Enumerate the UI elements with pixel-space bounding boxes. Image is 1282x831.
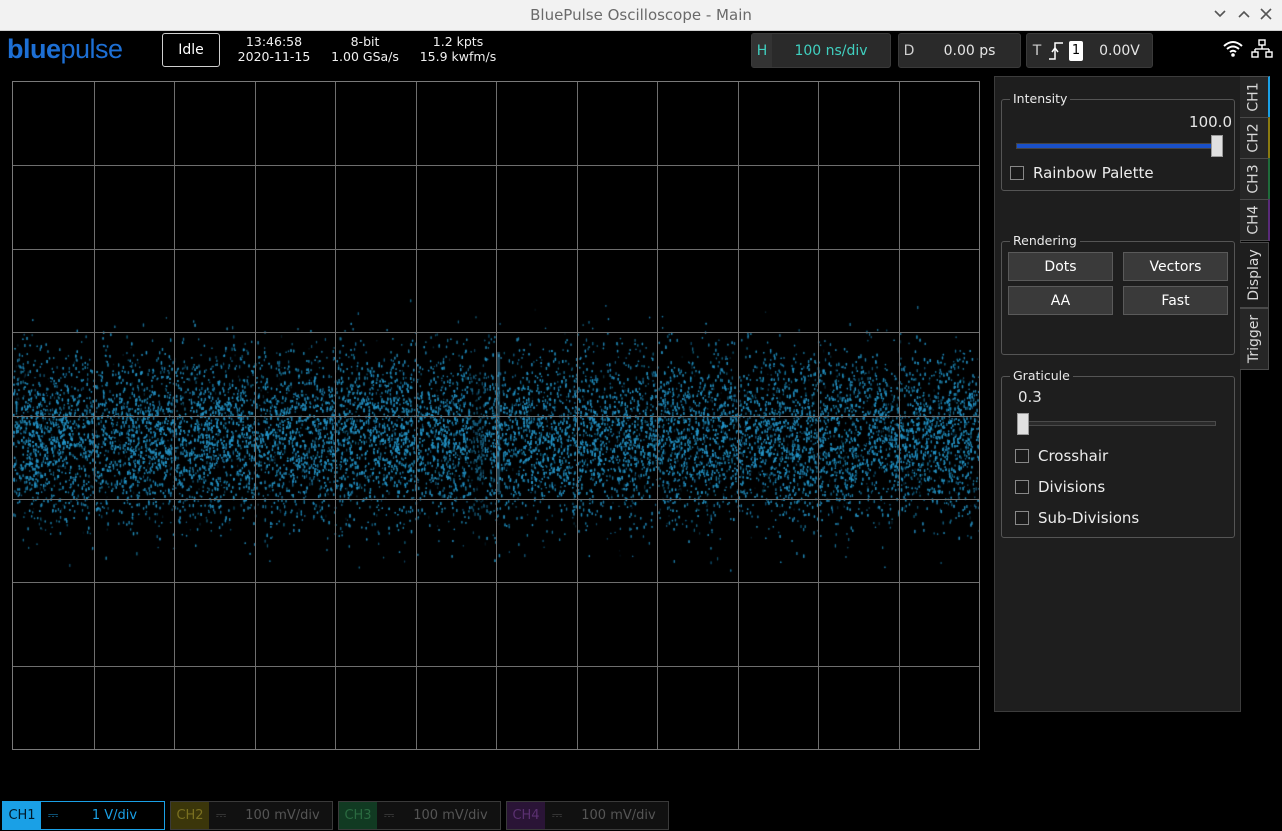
horizontal-key: H bbox=[752, 34, 772, 67]
rainbow-palette-checkbox[interactable]: Rainbow Palette bbox=[1010, 164, 1154, 182]
minimize-icon[interactable] bbox=[1210, 4, 1230, 24]
trigger-key: T bbox=[1032, 42, 1042, 59]
rising-edge-icon bbox=[1047, 40, 1065, 62]
run-status-button[interactable]: Idle bbox=[162, 33, 220, 67]
rendering-label: Rendering bbox=[1010, 233, 1080, 248]
ch3-name: CH3 bbox=[339, 802, 377, 829]
ch2-name: CH2 bbox=[171, 802, 209, 829]
divisions-label: Divisions bbox=[1038, 478, 1106, 496]
time-text: 13:46:58 bbox=[245, 34, 303, 49]
sub-divisions-box[interactable] bbox=[1015, 511, 1029, 525]
ch3-scale: 100 mV/div bbox=[413, 808, 488, 823]
graticule-label: Graticule bbox=[1010, 368, 1073, 383]
intensity-group: Intensity 100.0 Rainbow Palette bbox=[1001, 91, 1235, 191]
graticule-value: 0.3 bbox=[1018, 388, 1042, 406]
intensity-slider-fill bbox=[1017, 144, 1221, 148]
ch1-scale: 1 V/div bbox=[91, 808, 138, 823]
intensity-slider[interactable] bbox=[1016, 135, 1223, 157]
tab-ch3-label: CH3 bbox=[1246, 164, 1262, 194]
ch3-coupling-icon: ⎓ bbox=[383, 808, 395, 823]
graticule-grid bbox=[13, 82, 979, 749]
tab-display[interactable]: Display bbox=[1240, 242, 1269, 308]
close-icon[interactable] bbox=[1256, 4, 1276, 24]
ch4-name: CH4 bbox=[507, 802, 545, 829]
ch1-name: CH1 bbox=[3, 802, 41, 829]
logo: bluepulse bbox=[7, 34, 123, 65]
ch4-scale: 100 mV/div bbox=[581, 808, 656, 823]
logo-part2: pulse bbox=[60, 34, 124, 64]
tab-trigger-label: Trigger bbox=[1246, 314, 1263, 364]
wfm-rate-text: 15.9 kwfm/s bbox=[419, 49, 497, 64]
channel-ch1-bar[interactable]: CH1 ⎓ 1 V/div bbox=[2, 801, 165, 830]
waveform-display[interactable] bbox=[12, 81, 980, 750]
fast-button[interactable]: Fast bbox=[1123, 286, 1228, 315]
tab-ch1-label: CH1 bbox=[1246, 82, 1262, 112]
display-settings-panel: Intensity 100.0 Rainbow Palette Renderin… bbox=[994, 76, 1241, 712]
delay-control[interactable]: D 0.00 ps bbox=[898, 33, 1021, 68]
rendering-group: Rendering Dots Vectors AA Fast bbox=[1001, 233, 1235, 355]
ch4-coupling-icon: ⎓ bbox=[551, 808, 563, 823]
horizontal-control[interactable]: H 100 ns/div bbox=[751, 33, 891, 68]
main-window: bluepulse Idle 13:46:58 2020-11-15 8-bit… bbox=[0, 31, 1282, 831]
trigger-control[interactable]: T 1 0.00V bbox=[1026, 33, 1153, 68]
wifi-icon[interactable] bbox=[1222, 39, 1244, 61]
tab-ch2[interactable]: CH2 bbox=[1240, 117, 1270, 159]
crosshair-box[interactable] bbox=[1015, 449, 1029, 463]
points-text: 1.2 kpts bbox=[432, 34, 484, 49]
tab-trigger[interactable]: Trigger bbox=[1240, 308, 1269, 370]
logo-part1: blue bbox=[7, 34, 61, 64]
tab-display-label: Display bbox=[1246, 249, 1263, 301]
trigger-level: 0.00V bbox=[1099, 42, 1140, 59]
channel-ch2-bar[interactable]: CH2 ⎓ 100 mV/div bbox=[170, 801, 333, 830]
intensity-value: 100.0 bbox=[1189, 113, 1232, 131]
datetime-info: 13:46:58 2020-11-15 bbox=[236, 34, 312, 64]
ch1-coupling-icon: ⎓ bbox=[47, 808, 59, 823]
divisions-box[interactable] bbox=[1015, 480, 1029, 494]
tab-ch4[interactable]: CH4 bbox=[1240, 199, 1270, 241]
waveform-info: 1.2 kpts 15.9 kwfm/s bbox=[418, 34, 498, 64]
graticule-slider[interactable] bbox=[1017, 413, 1216, 435]
graticule-slider-handle[interactable] bbox=[1017, 413, 1029, 435]
bits-text: 8-bit bbox=[350, 34, 380, 49]
intensity-slider-handle[interactable] bbox=[1211, 135, 1223, 157]
crosshair-label: Crosshair bbox=[1038, 447, 1109, 465]
intensity-label: Intensity bbox=[1010, 91, 1071, 106]
graticule-group: Graticule 0.3 Crosshair Divisions Sub-Di… bbox=[1001, 368, 1235, 538]
channel-ch4-bar[interactable]: CH4 ⎓ 100 mV/div bbox=[506, 801, 669, 830]
tab-ch1[interactable]: CH1 bbox=[1240, 76, 1270, 118]
rainbow-palette-box[interactable] bbox=[1010, 166, 1024, 180]
sample-rate-text: 1.00 GSa/s bbox=[331, 49, 399, 64]
network-icon[interactable] bbox=[1251, 39, 1273, 63]
sub-divisions-label: Sub-Divisions bbox=[1038, 509, 1140, 527]
dots-button[interactable]: Dots bbox=[1008, 252, 1113, 281]
delay-key: D bbox=[903, 42, 915, 59]
maximize-icon[interactable] bbox=[1234, 4, 1254, 24]
date-text: 2020-11-15 bbox=[237, 49, 311, 64]
crosshair-checkbox[interactable]: Crosshair bbox=[1015, 447, 1108, 465]
sub-divisions-checkbox[interactable]: Sub-Divisions bbox=[1015, 509, 1139, 527]
acquisition-info: 8-bit 1.00 GSa/s bbox=[328, 34, 402, 64]
divisions-checkbox[interactable]: Divisions bbox=[1015, 478, 1105, 496]
channel-ch3-bar[interactable]: CH3 ⎓ 100 mV/div bbox=[338, 801, 501, 830]
ch2-scale: 100 mV/div bbox=[245, 808, 320, 823]
vectors-button[interactable]: Vectors bbox=[1123, 252, 1228, 281]
tab-ch3[interactable]: CH3 bbox=[1240, 158, 1270, 200]
rainbow-palette-label: Rainbow Palette bbox=[1033, 164, 1154, 182]
aa-button[interactable]: AA bbox=[1008, 286, 1113, 315]
window-title: BluePulse Oscilloscope - Main bbox=[530, 6, 752, 24]
ch2-coupling-icon: ⎓ bbox=[215, 808, 227, 823]
delay-value: 0.00 ps bbox=[943, 42, 996, 59]
tab-ch4-label: CH4 bbox=[1246, 205, 1262, 235]
tab-ch2-label: CH2 bbox=[1246, 123, 1262, 153]
trigger-channel: 1 bbox=[1069, 40, 1083, 61]
horizontal-value: 100 ns/div bbox=[794, 42, 868, 59]
window-titlebar: BluePulse Oscilloscope - Main bbox=[0, 0, 1282, 31]
